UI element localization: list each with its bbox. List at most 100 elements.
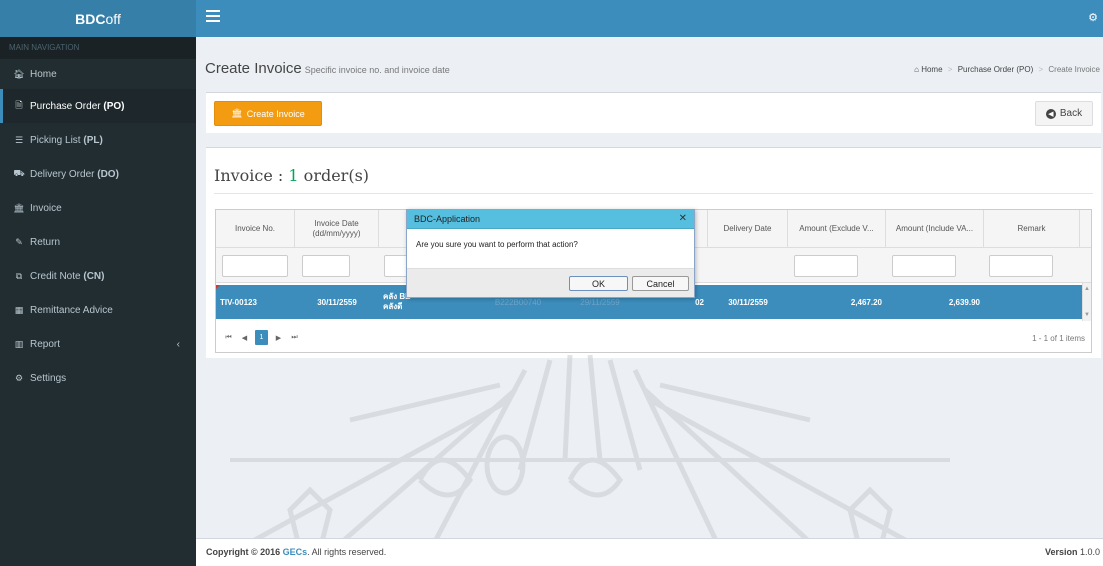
pager: ⏮ ◀ 1 ▶ ⏭ 1 - 1 of 1 items — [216, 324, 1091, 352]
calendar-icon: ▦ — [14, 304, 24, 315]
last-page-icon[interactable]: ⏭ — [288, 330, 301, 345]
column-header-amount-exclude[interactable]: Amount (Exclude V... — [788, 210, 886, 248]
sidebar-item-picking-list[interactable]: ☰ Picking List (PL) — [0, 123, 196, 157]
filter-amount-exclude[interactable] — [794, 255, 858, 277]
sidebar-item-invoice[interactable]: 🏛︎ Invoice — [0, 191, 196, 225]
copyright-prefix: Copyright © 2016 — [206, 547, 283, 557]
sidebar-item-label: Picking List — [30, 134, 81, 146]
page-number[interactable]: 1 — [255, 330, 268, 345]
sidebar-item-credit-note[interactable]: ⧉ Credit Note (CN) — [0, 259, 196, 293]
back-button[interactable]: ◀ Back — [1035, 101, 1093, 126]
breadcrumb-home[interactable]: Home — [921, 65, 942, 74]
vertical-scrollbar[interactable]: ▲ ▼ — [1082, 283, 1091, 321]
edit-icon: ✎ — [15, 236, 23, 247]
cell-invoice-date[interactable]: 30/11/2559 — [295, 285, 379, 319]
bar-chart-icon: ▥ — [14, 338, 24, 349]
credit-note-icon: ⧉ — [15, 270, 23, 281]
cell-amount-include[interactable]: 2,639.90 — [886, 285, 984, 319]
sidebar-item-delivery-order[interactable]: ⛟ Delivery Order (DO) — [0, 157, 196, 191]
home-icon: ⌂ — [914, 65, 919, 74]
sidebar-item-label: Settings — [30, 372, 67, 384]
ok-button[interactable]: OK — [569, 276, 628, 291]
home-icon: 🏠︎ — [13, 68, 25, 79]
first-page-icon[interactable]: ⏮ — [222, 330, 235, 345]
cell-invoice-no[interactable]: TIV-00123 — [216, 285, 295, 319]
filter-remark[interactable] — [989, 255, 1053, 277]
filter-invoice-date[interactable] — [302, 255, 350, 277]
section-title-suffix: order(s) — [298, 166, 370, 185]
column-header-invoice-no[interactable]: Invoice No. — [216, 210, 295, 248]
sidebar-item-label: Remittance Advice — [30, 304, 113, 316]
sidebar-item-remittance-advice[interactable]: ▦ Remittance Advice — [0, 293, 196, 327]
menu-toggle-icon[interactable] — [206, 10, 220, 24]
page-title-text: Create Invoice — [205, 60, 302, 77]
brand-logo[interactable]: BDC off — [0, 0, 196, 37]
brand-name: BDC — [75, 10, 106, 27]
top-navbar: ⚙ — [196, 0, 1103, 37]
section-title-prefix: Invoice : — [214, 166, 289, 185]
sidebar-item-home[interactable]: 🏠︎ Home — [0, 59, 196, 89]
version-number: 1.0.0 — [1079, 547, 1100, 557]
dialog-message: Are you sure you want to perform that ac… — [416, 240, 578, 249]
column-header-remark[interactable]: Remark — [984, 210, 1080, 248]
close-icon[interactable]: ✕ — [679, 213, 687, 224]
next-page-icon[interactable]: ▶ — [272, 330, 285, 345]
pager-info: 1 - 1 of 1 items — [1032, 334, 1085, 343]
back-arrow-icon: ◀ — [1045, 108, 1056, 119]
copyright-suffix: . All rights reserved. — [307, 547, 387, 557]
gears-icon: ⚙ — [14, 372, 24, 383]
sidebar-item-abbr: (CN) — [83, 270, 105, 282]
bank-icon: 🏛︎ — [231, 108, 243, 118]
filter-invoice-no[interactable] — [222, 255, 288, 277]
brand-suffix: off — [105, 10, 121, 27]
dialog-title: BDC-Application — [414, 214, 481, 224]
sidebar-item-abbr: (PO) — [103, 100, 125, 112]
prev-page-icon[interactable]: ◀ — [238, 330, 251, 345]
sidebar-item-purchase-order[interactable]: 🗎︎ Purchase Order (PO) — [0, 89, 196, 123]
sidebar-item-label: Return — [30, 236, 61, 248]
chevron-left-icon: ‹ — [176, 338, 180, 350]
toolbar: 🏛︎ Create Invoice ◀ Back — [206, 92, 1101, 133]
column-header-delivery-date[interactable]: Delivery Date — [708, 210, 788, 248]
page-subtitle: Specific invoice no. and invoice date — [304, 65, 450, 75]
truck-icon: ⛟ — [13, 168, 25, 178]
copyright: Copyright © 2016 GECs. All rights reserv… — [206, 547, 386, 557]
footer: Copyright © 2016 GECs. All rights reserv… — [196, 538, 1103, 566]
sidebar-item-label: Report — [30, 338, 61, 350]
bank-icon: 🏛︎ — [13, 202, 25, 213]
section-title: Invoice : 1 order(s) — [214, 166, 369, 185]
column-header-invoice-date[interactable]: Invoice Date (dd/mm/yyyy) — [295, 210, 379, 248]
back-label: Back — [1059, 108, 1083, 119]
create-invoice-button[interactable]: 🏛︎ Create Invoice — [214, 101, 322, 126]
confirm-dialog: BDC-Application ✕ Are you sure you want … — [406, 209, 695, 298]
dialog-titlebar[interactable]: BDC-Application ✕ — [407, 210, 694, 229]
sidebar-item-label: Invoice — [30, 202, 62, 214]
cell-remark[interactable] — [984, 285, 1080, 319]
list-icon: ☰ — [14, 134, 24, 145]
dialog-footer: OK Cancel — [407, 268, 694, 297]
sidebar-item-abbr: (DO) — [97, 168, 119, 180]
divider — [214, 193, 1093, 194]
version: Version 1.0.0 — [1045, 547, 1100, 557]
breadcrumb-current: Create Invoice — [1048, 65, 1100, 74]
cancel-button[interactable]: Cancel — [632, 276, 689, 291]
sidebar-item-return[interactable]: ✎ Return — [0, 225, 196, 259]
version-label: Version — [1044, 547, 1078, 557]
create-invoice-label: Create Invoice — [246, 108, 305, 119]
page-title: Create Invoice Specific invoice no. and i… — [205, 60, 450, 77]
breadcrumb-purchase-order[interactable]: Purchase Order (PO) — [958, 65, 1034, 74]
gears-icon[interactable]: ⚙ — [1088, 11, 1098, 24]
filter-amount-include[interactable] — [892, 255, 956, 277]
column-header-amount-include[interactable]: Amount (Include VA... — [886, 210, 984, 248]
sidebar-item-report[interactable]: ▥ Report ‹ — [0, 327, 196, 361]
sidebar-item-label: Delivery Order — [30, 168, 95, 180]
order-count: 1 — [288, 166, 299, 185]
company-link[interactable]: GECs — [283, 547, 308, 557]
nav-header: MAIN NAVIGATION — [0, 37, 196, 59]
sidebar-item-label: Credit Note — [30, 270, 81, 282]
breadcrumb: ⌂ Home > Purchase Order (PO) > Create In… — [914, 65, 1100, 74]
cell-amount-exclude[interactable]: 2,467.20 — [788, 285, 886, 319]
cell-delivery-date[interactable]: 30/11/2559 — [708, 285, 788, 319]
sidebar-item-settings[interactable]: ⚙ Settings — [0, 361, 196, 395]
file-icon: 🗎︎ — [15, 100, 23, 110]
